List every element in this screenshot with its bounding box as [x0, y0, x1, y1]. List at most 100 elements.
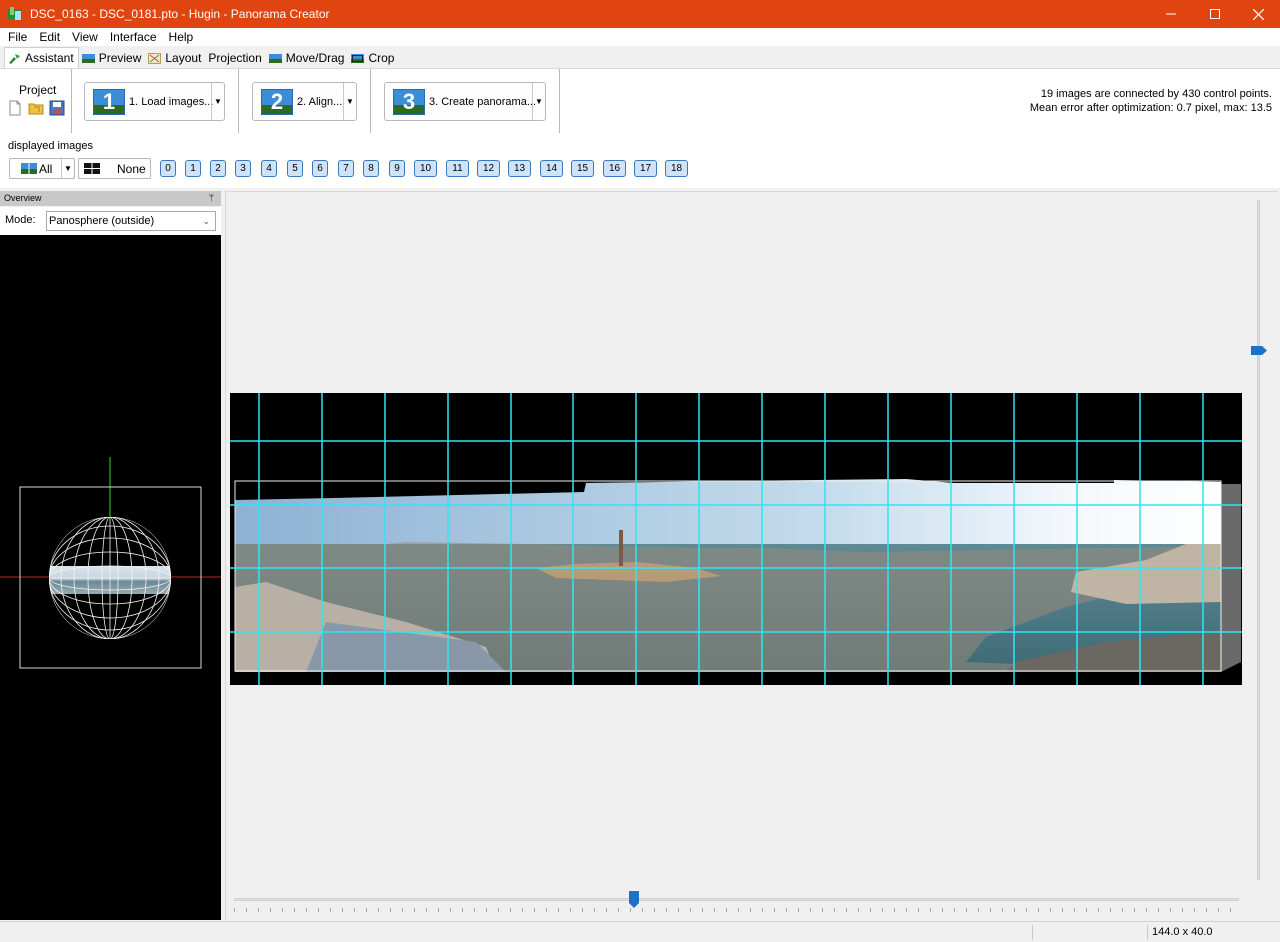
image-toggle-18[interactable]: 18 [665, 160, 688, 177]
chevron-down-icon: ⌄ [202, 216, 210, 226]
dropdown-arrow-icon: ▼ [214, 97, 222, 106]
crop-icon [351, 53, 365, 63]
align-dropdown[interactable]: ▼ [343, 83, 356, 120]
image-toggle-8[interactable]: 8 [363, 160, 379, 177]
displayed-images-label: displayed images [8, 140, 93, 152]
menu-edit[interactable]: Edit [33, 30, 66, 44]
menu-view[interactable]: View [66, 30, 104, 44]
image-toggle-16[interactable]: 16 [603, 160, 626, 177]
tab-label: Assistant [25, 51, 74, 65]
menu-bar: File Edit View Interface Help [0, 28, 1280, 46]
image-toggle-7[interactable]: 7 [338, 160, 354, 177]
toolbar-separator [559, 69, 561, 133]
image-toggle-12[interactable]: 12 [477, 160, 500, 177]
step-3-badge: 3 [393, 88, 425, 115]
show-no-images-button[interactable]: None [78, 158, 151, 179]
show-all-images-button[interactable]: All ▼ [9, 158, 75, 179]
image-toggle-5[interactable]: 5 [287, 160, 303, 177]
all-dropdown[interactable]: ▼ [61, 159, 74, 178]
menu-help[interactable]: Help [163, 30, 200, 44]
wizard-icon [9, 53, 20, 64]
title-bar: DSC_0163 - DSC_0181.pto - Hugin - Panora… [0, 0, 1280, 28]
hugin-app-icon [8, 7, 22, 20]
tab-label: Projection [208, 51, 262, 65]
tab-crop[interactable]: Crop [348, 48, 398, 68]
minimize-icon [1166, 13, 1176, 15]
overview-panel-header: Overview ᛘ [0, 191, 221, 206]
tab-layout[interactable]: Layout [145, 48, 205, 68]
toolbar-separator [370, 69, 372, 133]
create-panorama-button[interactable]: 3 3. Create panorama... ▼ [384, 82, 546, 121]
image-toggle-11[interactable]: 11 [446, 160, 469, 177]
panosphere-render [0, 457, 221, 669]
tab-label: Layout [165, 51, 202, 65]
align-button[interactable]: 2 2. Align... ▼ [252, 82, 357, 121]
new-project-icon[interactable] [7, 100, 23, 116]
minimize-button[interactable] [1149, 0, 1193, 28]
image-toggle-3[interactable]: 3 [235, 160, 251, 177]
create-panorama-dropdown[interactable]: ▼ [532, 83, 545, 120]
all-label: All [39, 161, 53, 176]
overview-mode-bar: Mode: Panosphere (outside) ⌄ [0, 207, 221, 235]
image-toggle-15[interactable]: 15 [571, 160, 594, 177]
horizontal-fov-slider-track[interactable] [234, 898, 1239, 901]
save-project-icon[interactable] [49, 100, 65, 116]
step-2-badge: 2 [261, 88, 293, 115]
image-toggle-2[interactable]: 2 [210, 160, 226, 177]
image-toggle-10[interactable]: 10 [414, 160, 437, 177]
tab-move-drag[interactable]: Move/Drag [266, 48, 349, 68]
layout-icon [148, 52, 162, 64]
mode-select[interactable]: Panosphere (outside) ⌄ [46, 211, 216, 231]
load-images-label: 1. Load images... [129, 95, 214, 108]
vertical-fov-slider-track[interactable] [1257, 200, 1260, 880]
fov-readout: 144.0 x 40.0 [1152, 926, 1213, 938]
tab-assistant[interactable]: Assistant [4, 47, 79, 68]
tab-label: Move/Drag [285, 51, 345, 65]
image-toggle-13[interactable]: 13 [508, 160, 531, 177]
sphere [49, 517, 171, 639]
control-points-status: 19 images are connected by 430 control p… [1040, 88, 1272, 100]
optimization-error-status: Mean error after optimization: 0.7 pixel… [1029, 102, 1272, 114]
image-toggle-6[interactable]: 6 [312, 160, 328, 177]
image-toggle-0[interactable]: 0 [160, 160, 176, 177]
panorama-bell-tower [619, 530, 623, 566]
image-toggle-4[interactable]: 4 [261, 160, 277, 177]
horizontal-fov-slider-ticks [234, 908, 1239, 912]
vertical-fov-slider-thumb[interactable] [1251, 346, 1267, 355]
image-toggle-9[interactable]: 9 [389, 160, 405, 177]
fast-preview-area[interactable] [225, 191, 1278, 920]
dropdown-arrow-icon: ▼ [535, 97, 543, 106]
tab-label: Preview [98, 51, 142, 65]
load-images-dropdown[interactable]: ▼ [211, 83, 224, 120]
horizontal-fov-slider-thumb[interactable] [629, 891, 639, 908]
menu-file[interactable]: File [2, 30, 33, 44]
overview-title: Overview [4, 193, 42, 203]
dropdown-arrow-icon: ▼ [64, 164, 72, 173]
status-separator [1147, 925, 1148, 940]
load-images-button[interactable]: 1 1. Load images... ▼ [84, 82, 225, 121]
status-separator [1032, 925, 1033, 940]
toolbar-separator [238, 69, 240, 133]
tab-preview[interactable]: Preview [79, 48, 146, 68]
open-project-icon[interactable] [28, 100, 44, 116]
panorama-edge [1221, 484, 1241, 672]
image-toggle-14[interactable]: 14 [540, 160, 563, 177]
close-icon [1252, 8, 1264, 20]
maximize-button[interactable] [1193, 0, 1237, 28]
overview-3d-view[interactable] [0, 235, 221, 920]
image-toggle-17[interactable]: 17 [634, 160, 657, 177]
step-1-badge: 1 [93, 88, 125, 115]
close-button[interactable] [1236, 0, 1280, 28]
dropdown-arrow-icon: ▼ [346, 97, 354, 106]
all-images-icon [21, 163, 37, 174]
create-panorama-label: 3. Create panorama... [429, 95, 537, 108]
pin-icon[interactable]: ᛘ [209, 191, 214, 205]
tab-projection[interactable]: Projection [205, 48, 265, 68]
menu-interface[interactable]: Interface [104, 30, 163, 44]
move-drag-icon [268, 53, 282, 63]
none-label: None [117, 161, 146, 176]
image-toggle-1[interactable]: 1 [185, 160, 201, 177]
tab-bar: Assistant Preview Layout Projection Move… [0, 47, 1280, 68]
assistant-panel: Project 1 1. Load images... ▼ 2 2. Align… [0, 68, 1280, 188]
mode-value: Panosphere (outside) [49, 215, 155, 227]
